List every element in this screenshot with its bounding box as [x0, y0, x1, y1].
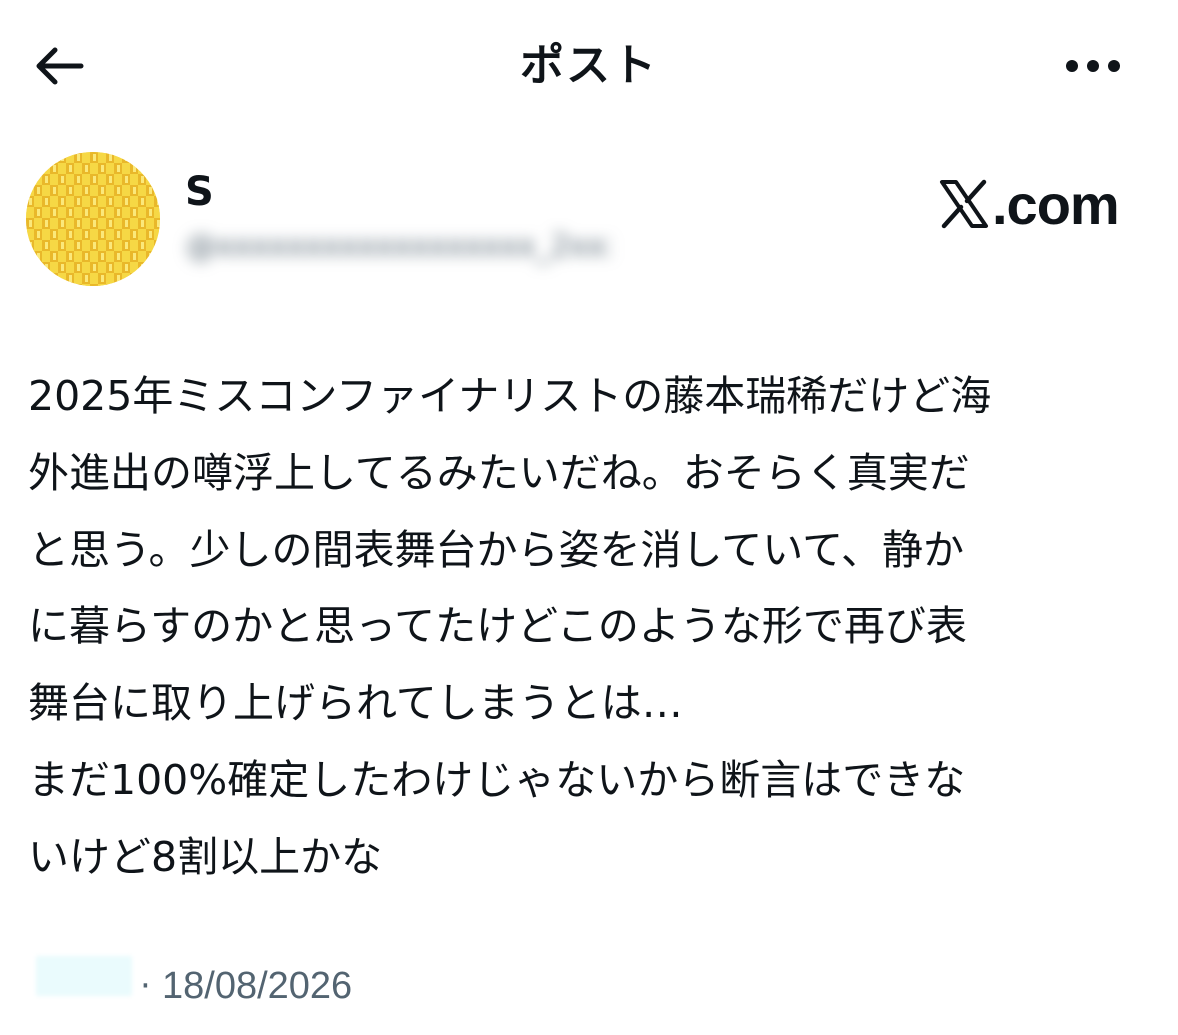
- post-line: まだ100%確定したわけじゃないから断言はできな: [28, 755, 966, 804]
- x-logo-icon: [940, 179, 988, 229]
- post-line: 2025年ミスコンファイナリストの藤本瑞稀だけど海: [28, 372, 992, 420]
- post-line: 舞台に取り上げられてしまうとは…: [28, 679, 683, 728]
- x-com-watermark: .com: [938, 172, 1120, 236]
- post-line: と思う。少しの間表舞台から姿を消していて、静か: [28, 525, 965, 574]
- post-line: に暮らすのかと思ってたけどこのような形で再び表: [28, 602, 967, 651]
- post-detail-screen: ポスト S @xxxxxxxxxxxxxxxxxx_2xxx .com 2025…: [0, 0, 1178, 1035]
- timestamp-blurred[interactable]: [36, 956, 132, 996]
- top-bar: ポスト: [0, 0, 1178, 130]
- avatar-pattern: [26, 152, 160, 286]
- more-horizontal-icon: [1066, 60, 1120, 72]
- post-text: 2025年ミスコンファイナリストの藤本瑞稀だけど海 外進出の噂浮上してるみたいだね…: [28, 358, 1153, 896]
- page-title: ポスト: [520, 40, 658, 91]
- user-handle-blurred[interactable]: @xxxxxxxxxxxxxxxxxx_2xxx: [186, 226, 610, 268]
- post-date[interactable]: 18/08/2026: [162, 960, 352, 1012]
- post-line: いけど8割以上かな: [28, 832, 383, 881]
- post-line: 外進出の噂浮上してるみたいだね。おそらく真実だ: [28, 448, 970, 497]
- avatar[interactable]: [26, 152, 160, 286]
- display-name[interactable]: S: [185, 166, 214, 218]
- watermark-text: .com: [992, 172, 1120, 236]
- meta-separator: ·: [140, 966, 151, 1006]
- more-button[interactable]: [1058, 44, 1128, 88]
